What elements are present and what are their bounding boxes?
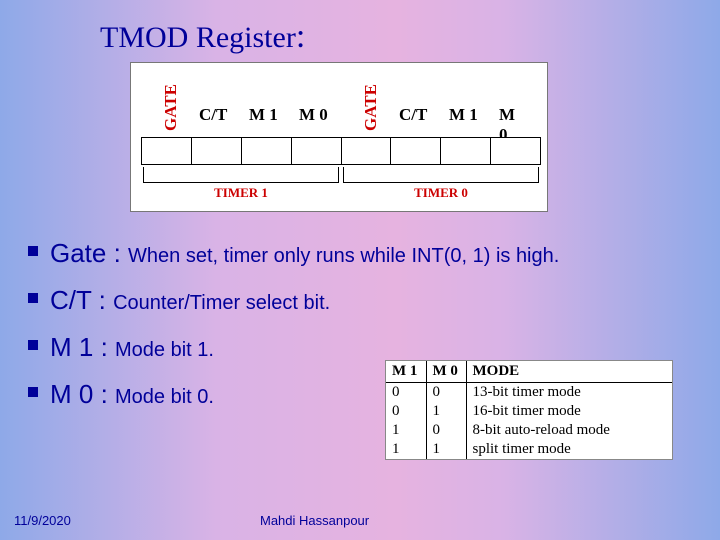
footer-date: 11/9/2020 bbox=[14, 513, 71, 528]
bit-boxes bbox=[141, 137, 541, 167]
bit-label-gate-0: GATE bbox=[361, 84, 381, 131]
bullet-lead: M 1 bbox=[50, 332, 93, 362]
footer-author: Mahdi Hassanpour bbox=[260, 513, 369, 528]
table-row: 0 1 16-bit timer mode bbox=[386, 402, 672, 421]
table-row: 1 1 split timer mode bbox=[386, 440, 672, 459]
bullet-colon: : bbox=[91, 285, 113, 315]
bit-label-ct-1: C/T bbox=[199, 105, 227, 125]
title-colon: : bbox=[296, 18, 305, 55]
td: 0 bbox=[426, 421, 466, 440]
bit-box bbox=[490, 137, 541, 165]
td: 1 bbox=[426, 402, 466, 421]
bit-box bbox=[241, 137, 292, 165]
bullet-colon: : bbox=[106, 238, 128, 268]
table-row: 0 0 13-bit timer mode bbox=[386, 383, 672, 403]
bit-label-ct-0: C/T bbox=[399, 105, 427, 125]
bit-box bbox=[440, 137, 491, 165]
bullet-lead: M 0 bbox=[50, 379, 93, 409]
bit-label-m0-1: M 0 bbox=[299, 105, 328, 125]
td: 16-bit timer mode bbox=[466, 402, 672, 421]
td: 0 bbox=[386, 383, 426, 403]
bit-box bbox=[141, 137, 192, 165]
th-mode: MODE bbox=[466, 361, 672, 383]
bullet-desc: Mode bit 1. bbox=[115, 339, 214, 361]
table-header-row: M 1 M 0 MODE bbox=[386, 361, 672, 383]
bit-box bbox=[390, 137, 441, 165]
table-row: 1 0 8-bit auto-reload mode bbox=[386, 421, 672, 440]
bullet-desc: Mode bit 0. bbox=[115, 386, 214, 408]
td: 1 bbox=[386, 440, 426, 459]
bullet-lead: Gate bbox=[50, 238, 106, 268]
bullet-gate: Gate : When set, timer only runs while I… bbox=[24, 236, 684, 271]
td: 8-bit auto-reload mode bbox=[466, 421, 672, 440]
td: 1 bbox=[426, 440, 466, 459]
mode-table: M 1 M 0 MODE 0 0 13-bit timer mode 0 1 1… bbox=[385, 360, 673, 460]
tmod-register-diagram: GATE C/T M 1 M 0 GATE C/T M 1 M 0 TIMER … bbox=[130, 62, 548, 212]
bit-box bbox=[341, 137, 392, 165]
th-m0: M 0 bbox=[426, 361, 466, 383]
bullet-ct: C/T : Counter/Timer select bit. bbox=[24, 283, 684, 318]
slide: TMOD Register: GATE C/T M 1 M 0 GATE C/T… bbox=[0, 0, 720, 540]
td: split timer mode bbox=[466, 440, 672, 459]
bullet-colon: : bbox=[93, 332, 115, 362]
bit-label-gate-1: GATE bbox=[161, 84, 181, 131]
bit-label-m1-0: M 1 bbox=[449, 105, 478, 125]
mode-table-element: M 1 M 0 MODE 0 0 13-bit timer mode 0 1 1… bbox=[386, 361, 672, 459]
bracket-timer1 bbox=[143, 167, 339, 183]
td: 0 bbox=[426, 383, 466, 403]
bracket-label-timer1: TIMER 1 bbox=[143, 185, 339, 201]
bullet-desc: When set, timer only runs while INT(0, 1… bbox=[128, 245, 559, 267]
td: 13-bit timer mode bbox=[466, 383, 672, 403]
bit-box bbox=[291, 137, 342, 165]
bullet-desc: Counter/Timer select bit. bbox=[113, 292, 330, 314]
bullet-colon: : bbox=[93, 379, 115, 409]
bit-box bbox=[191, 137, 242, 165]
bracket-label-timer0: TIMER 0 bbox=[343, 185, 539, 201]
td: 0 bbox=[386, 402, 426, 421]
bit-label-m1-1: M 1 bbox=[249, 105, 278, 125]
bullet-lead: C/T bbox=[50, 285, 91, 315]
brackets: TIMER 1 TIMER 0 bbox=[141, 167, 541, 203]
th-m1: M 1 bbox=[386, 361, 426, 383]
td: 1 bbox=[386, 421, 426, 440]
bracket-timer0 bbox=[343, 167, 539, 183]
slide-title: TMOD Register: bbox=[100, 18, 305, 56]
title-text: TMOD Register bbox=[100, 21, 296, 54]
